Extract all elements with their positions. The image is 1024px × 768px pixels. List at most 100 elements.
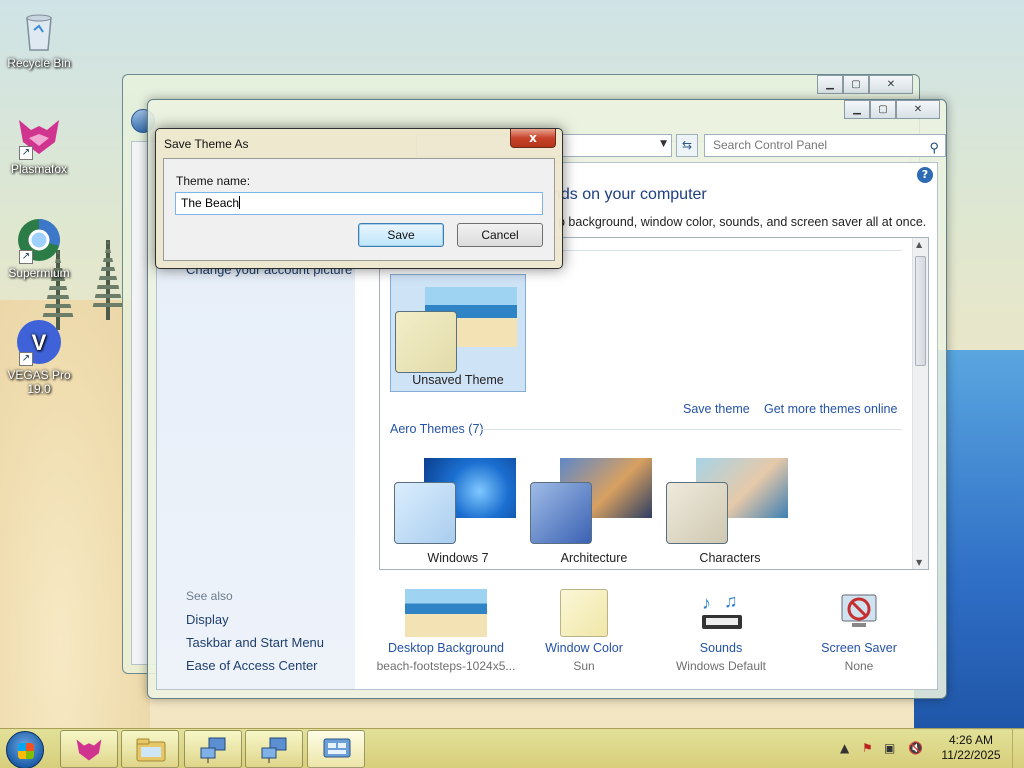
help-icon[interactable]: ? [917,167,933,183]
divider [480,429,902,430]
page-subtitle: p background, window color, sounds, and … [558,215,927,229]
desktop-background-label[interactable]: Desktop Background [376,641,516,655]
desktop-icon-supermium[interactable]: ↗ Supermium [1,216,77,280]
search-icon[interactable]: ⚲ [929,137,939,158]
scroll-thumb[interactable] [915,256,926,366]
desktop-icon-label: Supermium [8,266,70,280]
screen-saver-item[interactable]: Screen Saver None [789,589,929,673]
page-title: nds on your computer [552,186,707,203]
sounds-icon: ♪ ♫ [696,589,746,637]
desktop-background-thumbnail [405,589,487,637]
sounds-label[interactable]: Sounds [651,641,791,655]
action-center-icon[interactable]: ⚑ [862,741,873,755]
get-more-themes-link[interactable]: Get more themes online [764,402,897,416]
screen-saver-label[interactable]: Screen Saver [789,641,929,655]
desktop-background-item[interactable]: Desktop Background beach-footsteps-1024x… [376,589,516,673]
cancel-button[interactable]: Cancel [457,223,543,247]
shortcut-arrow-icon: ↗ [19,250,33,264]
theme-tile-characters[interactable]: Characters [662,446,798,565]
theme-name-label: Theme name: [176,174,251,188]
save-theme-link[interactable]: Save theme [683,402,750,416]
vertical-scrollbar[interactable]: ▲ ▼ [912,238,928,569]
desktop-icon-recycle-bin[interactable]: Recycle Bin [1,6,77,70]
plasmafox-icon: ↗ [15,112,63,160]
taskbar-network-app-button[interactable] [184,730,242,768]
window-color-label[interactable]: Window Color [514,641,654,655]
show-desktop-button[interactable] [1012,729,1024,768]
save-button[interactable]: Save [358,223,444,247]
scroll-down-icon[interactable]: ▼ [916,558,922,567]
minimize-button[interactable]: ▁ [844,100,870,119]
window-color-swatch [560,589,608,637]
plasmafox-icon [76,739,102,761]
svg-text:♪: ♪ [702,593,711,613]
close-button[interactable]: ✕ [896,100,940,119]
sounds-item[interactable]: ♪ ♫ Sounds Windows Default [651,589,791,673]
theme-name-value: The Beach [181,196,240,210]
desktop-background-value: beach-footsteps-1024x5... [376,659,516,673]
scroll-up-icon[interactable]: ▲ [916,240,922,249]
wallpaper-tree [106,240,110,320]
taskbar-network-app-button-2[interactable] [245,730,303,768]
desktop-icon-plasmafox[interactable]: ↗ Plasmafox [1,112,77,176]
close-icon: x [529,131,537,145]
maximize-button[interactable]: ▢ [843,75,869,94]
window-color-item[interactable]: Window Color Sun [514,589,654,673]
theme-name-input[interactable]: The Beach [175,192,543,215]
screen-saver-value: None [844,659,874,673]
window-color-value: Sun [573,659,595,673]
system-tray: ▲ ⚑ ▣ 🔇 4:26 AM 11/22/2025 [840,729,1024,768]
taskbar-start-menu-link[interactable]: Taskbar and Start Menu [186,635,324,650]
search-input[interactable]: Search Control Panel ⚲ [704,134,946,157]
computer-network-icon [261,737,287,763]
clock-time: 4:26 AM [948,733,994,747]
taskbar: ▲ ⚑ ▣ 🔇 4:26 AM 11/22/2025 [0,728,1024,768]
theme-tile-unsaved[interactable]: Unsaved Theme [390,274,526,392]
screen-saver-icon [834,589,884,637]
see-also-label: See also [186,589,233,603]
maximize-button[interactable]: ▢ [870,100,896,119]
clock[interactable]: 4:26 AM 11/22/2025 [936,733,1006,763]
dialog-close-button[interactable]: x [510,129,556,148]
minimize-button[interactable]: ▁ [817,75,843,94]
recycle-bin-icon [15,6,63,54]
close-button[interactable]: ✕ [869,75,913,94]
vegas-pro-icon: V ↗ [15,318,63,366]
theme-color-swatch [666,482,728,544]
clock-date: 11/22/2025 [941,748,1001,762]
theme-tile-windows7[interactable]: Windows 7 [390,446,526,565]
window-controls: ▁ ▢ ✕ [817,75,913,94]
start-button[interactable] [6,731,44,768]
display-link[interactable]: Display [186,612,229,627]
supermium-icon: ↗ [15,216,63,264]
shortcut-arrow-icon: ↗ [19,146,33,160]
desktop-icon-label: VEGAS Pro 19.0 [7,368,71,396]
theme-label: Architecture [560,551,628,565]
network-icon[interactable]: ▣ [884,741,895,755]
theme-label: Unsaved Theme [412,373,504,387]
svg-text:♫: ♫ [724,591,738,611]
theme-label: Windows 7 [427,551,489,565]
control-panel-icon [323,738,351,758]
taskbar-explorer-button[interactable] [121,730,179,768]
taskbar-plasmafox-button[interactable] [60,730,118,768]
refresh-button[interactable]: ⇆ [676,134,698,157]
dialog-body: Theme name: The Beach Save Cancel [163,158,555,261]
taskbar-control-panel-button[interactable] [307,730,365,768]
theme-tile-architecture[interactable]: Architecture [526,446,662,565]
ease-of-access-link[interactable]: Ease of Access Center [186,658,318,673]
volume-muted-icon[interactable]: 🔇 [908,741,923,755]
desktop-icon-label: Plasmafox [10,162,68,176]
window-controls: ▁ ▢ ✕ [844,100,940,119]
show-hidden-icons-icon[interactable]: ▲ [840,741,849,755]
theme-label: Characters [699,551,761,565]
search-placeholder: Search Control Panel [713,138,828,152]
theme-color-swatch [394,482,456,544]
theme-list[interactable]: Unsaved Theme Save theme Get more themes… [379,237,929,570]
chevron-down-icon[interactable]: ▼ [660,139,667,149]
text-caret [239,196,241,209]
theme-color-swatch [530,482,592,544]
save-theme-dialog[interactable]: Save Theme As x Theme name: The Beach Sa… [155,128,563,269]
desktop-icon-vegas-pro[interactable]: V ↗ VEGAS Pro 19.0 [1,318,77,396]
dialog-title: Save Theme As [164,137,249,151]
